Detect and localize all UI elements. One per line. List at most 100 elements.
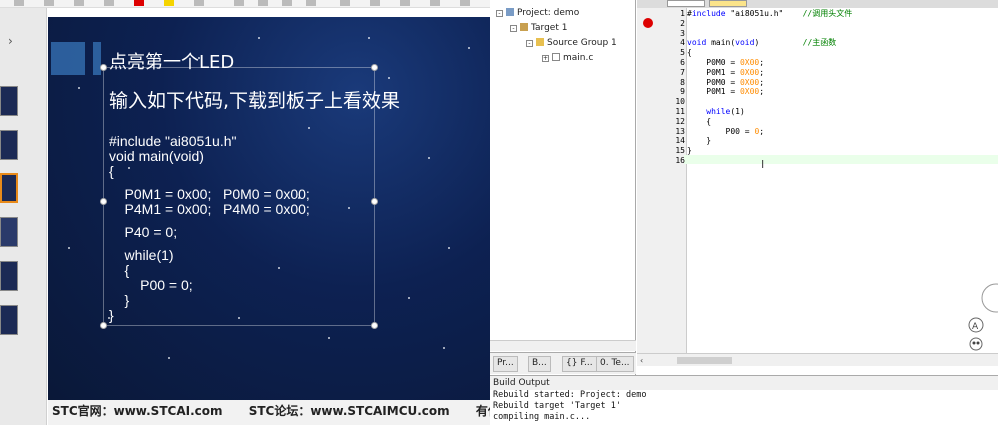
- slide-code-line: {: [109, 262, 130, 278]
- tab-templates[interactable]: 0. Te...: [596, 356, 634, 372]
- code-line[interactable]: 1 #include "ai8051u.h" //调用头文件: [665, 9, 852, 19]
- code-line[interactable]: 10: [665, 97, 852, 107]
- line-number: 14: [675, 136, 685, 146]
- tab-functions[interactable]: {} F...: [562, 356, 597, 372]
- code-line[interactable]: 4 void main(void) //主函数: [665, 38, 852, 48]
- code-line[interactable]: 13 P00 = 0;: [665, 127, 852, 137]
- ribbon-button[interactable]: [430, 0, 440, 6]
- collapse-icon[interactable]: -: [526, 40, 533, 47]
- footer-official-site: STC官网：www.STCAI.com: [52, 404, 223, 418]
- build-output-text: Rebuild started: Project: demo Rebuild ta…: [490, 390, 998, 425]
- tab-books[interactable]: B...: [528, 356, 551, 372]
- project-icon: [506, 8, 514, 16]
- editor-horizontal-scrollbar[interactable]: ‹: [637, 353, 998, 366]
- tree-project-root[interactable]: - Project: demo: [496, 8, 579, 18]
- slide-code-line: P00 = 0;: [109, 277, 193, 293]
- tree-file-main-c[interactable]: + main.c: [542, 53, 593, 63]
- collapse-icon[interactable]: -: [510, 25, 517, 32]
- slide-thumbnail[interactable]: [0, 305, 18, 335]
- code-line[interactable]: 2: [665, 19, 852, 29]
- line-number: 7: [680, 67, 685, 77]
- code-comment: //主函数: [802, 38, 837, 48]
- file-icon: [552, 53, 560, 61]
- align-center-icon[interactable]: [258, 0, 268, 6]
- code-line[interactable]: 8 P0M0 = 0X00;: [665, 78, 852, 88]
- ribbon-button[interactable]: [194, 0, 204, 6]
- footer-contact: 有任何疑: [475, 404, 490, 418]
- ribbon-button[interactable]: [460, 0, 470, 6]
- slide-code-line: while(1): [109, 247, 174, 263]
- code-editor[interactable]: 1 #include "ai8051u.h" //调用头文件 2 3 4 void mai…: [637, 0, 998, 375]
- code-text: #include "ai8051u.h": [687, 9, 784, 18]
- code-line[interactable]: 14 }: [665, 136, 852, 146]
- ribbon-button[interactable]: [14, 0, 24, 6]
- code-line[interactable]: 12 {: [665, 117, 852, 127]
- line-number: 1: [680, 9, 685, 18]
- ribbon-button[interactable]: [74, 0, 84, 6]
- code-line[interactable]: 9 P0M1 = 0X00;: [665, 87, 852, 97]
- collapse-icon[interactable]: -: [496, 10, 503, 17]
- line-number: 11: [675, 106, 685, 116]
- scroll-thumb[interactable]: [677, 357, 732, 364]
- align-right-icon[interactable]: [282, 0, 292, 6]
- tab-project[interactable]: Pr...: [493, 356, 518, 372]
- code-line[interactable]: 3: [665, 29, 852, 39]
- build-output-line: Rebuild target 'Target 1': [493, 401, 621, 411]
- ribbon-button[interactable]: [44, 0, 54, 6]
- code-line[interactable]: 6 P0M0 = 0X00;: [665, 58, 852, 68]
- slide-code-line: {: [109, 163, 114, 179]
- tab-ai8051u-h[interactable]: [709, 0, 747, 7]
- slide-code-block: #include "ai8051u.h" void main(void){ P0M…: [109, 134, 310, 323]
- breakpoint-icon[interactable]: [643, 18, 653, 28]
- code-text: {: [687, 48, 692, 58]
- code-line[interactable]: 5{: [665, 48, 852, 58]
- code-line[interactable]: 11 while(1): [665, 107, 852, 117]
- powerpoint-window: › 点亮第一个LED 输入如下代码,下载到板子上看效果 #include "ai…: [0, 0, 490, 425]
- line-number: 10: [675, 97, 685, 107]
- code-text: {: [687, 116, 712, 126]
- slide-thumbnail-active[interactable]: [0, 173, 18, 203]
- resize-handle[interactable]: [371, 322, 378, 329]
- code-line[interactable]: 7 P0M1 = 0X00;: [665, 68, 852, 78]
- slide-code-line: P40 = 0;: [109, 224, 178, 240]
- code-text: P00 = 0;: [687, 126, 765, 136]
- ribbon-button[interactable]: [400, 0, 410, 6]
- font-color-icon[interactable]: [134, 0, 144, 6]
- code-text: }: [687, 136, 712, 146]
- tab-main-c[interactable]: [667, 0, 705, 7]
- align-left-icon[interactable]: [234, 0, 244, 6]
- tree-target[interactable]: - Target 1: [510, 23, 567, 33]
- code-line[interactable]: 16: [665, 156, 852, 166]
- scroll-left-icon[interactable]: ‹: [640, 356, 643, 365]
- title-accent-bar: [93, 42, 101, 75]
- slide-code-line: }: [109, 292, 130, 308]
- slide-thumbnail[interactable]: [0, 86, 18, 116]
- collapse-chevron-icon[interactable]: ›: [8, 34, 13, 48]
- resize-handle[interactable]: [100, 198, 107, 205]
- line-number: 2: [680, 18, 685, 28]
- code-text: P0M1 = 0X00;: [687, 87, 765, 97]
- expand-icon[interactable]: +: [542, 55, 549, 62]
- slide-thumbnail[interactable]: [0, 217, 18, 247]
- line-number: 8: [680, 77, 685, 87]
- slide-canvas[interactable]: 点亮第一个LED 输入如下代码,下载到板子上看效果 #include "ai80…: [48, 17, 490, 400]
- resize-handle[interactable]: [371, 198, 378, 205]
- ppt-ribbon: [0, 0, 490, 8]
- slide-thumbnail[interactable]: [0, 261, 18, 291]
- justify-icon[interactable]: [306, 0, 316, 6]
- ribbon-button[interactable]: [370, 0, 380, 6]
- slide-thumbnail[interactable]: [0, 130, 18, 160]
- resize-handle[interactable]: [100, 322, 107, 329]
- resize-handle[interactable]: [100, 64, 107, 71]
- highlight-icon[interactable]: [164, 0, 174, 6]
- source-code[interactable]: 1 #include "ai8051u.h" //调用头文件 2 3 4 void mai…: [665, 9, 852, 166]
- slide-code-line: }: [109, 307, 114, 323]
- project-scrollbar[interactable]: [490, 340, 636, 351]
- slide-code-line: #include "ai8051u.h": [109, 133, 237, 149]
- resize-handle[interactable]: [371, 64, 378, 71]
- line-spacing-icon[interactable]: [340, 0, 350, 6]
- text-cursor-icon: I: [761, 158, 765, 171]
- tree-source-group[interactable]: - Source Group 1: [526, 38, 617, 48]
- code-line[interactable]: 15}: [665, 146, 852, 156]
- ribbon-button[interactable]: [104, 0, 114, 6]
